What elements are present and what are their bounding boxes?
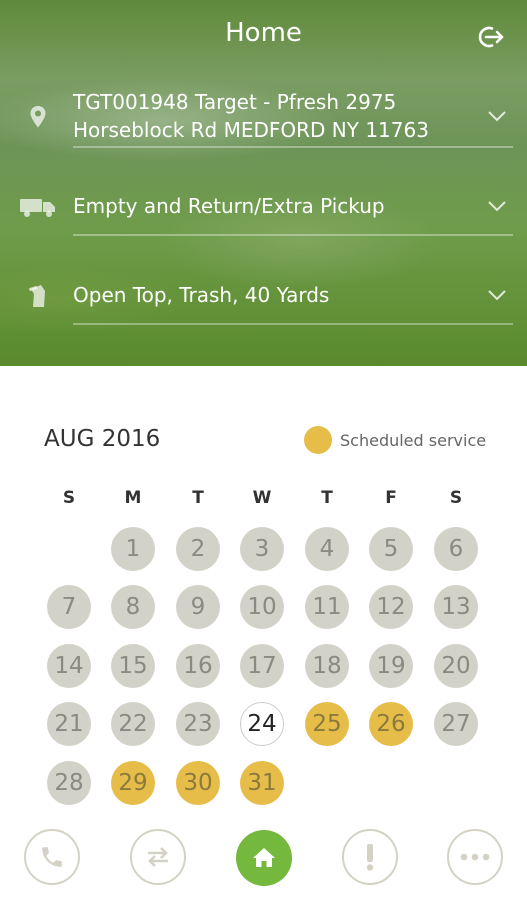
calendar-day[interactable]: 6 [434, 527, 478, 571]
container-selector[interactable]: Open Top, Trash, 40 Yards [0, 279, 527, 329]
calendar-day[interactable]: 17 [240, 644, 284, 688]
calendar-day-scheduled[interactable]: 29 [111, 761, 155, 805]
calendar-day[interactable]: 3 [240, 527, 284, 571]
calendar-day[interactable]: 5 [369, 527, 413, 571]
weekday-label: M [124, 488, 142, 508]
calendar-day[interactable]: 22 [111, 702, 155, 746]
logout-button[interactable] [473, 20, 507, 54]
nav-transfer-button[interactable] [130, 829, 186, 885]
calendar-day-scheduled[interactable]: 25 [305, 702, 349, 746]
calendar-day[interactable]: 27 [434, 702, 478, 746]
more-icon [460, 853, 490, 861]
home-icon [253, 848, 275, 867]
calendar-day[interactable]: 13 [434, 585, 478, 629]
calendar-day[interactable]: 1 [111, 527, 155, 571]
chevron-down-icon [485, 104, 509, 128]
calendar-month-label: AUG 2016 [44, 426, 161, 452]
scheduled-legend-label: Scheduled service [340, 430, 487, 450]
divider [73, 323, 513, 325]
calendar-day[interactable]: 9 [176, 585, 220, 629]
weekday-label: S [62, 488, 76, 508]
calendar-day[interactable]: 20 [434, 644, 478, 688]
site-name-line-1: TGT001948 Target - Pfresh 2975 [73, 90, 397, 114]
calendar-day[interactable]: 21 [47, 702, 91, 746]
dumpster-icon [18, 281, 58, 311]
calendar-day[interactable]: 16 [176, 644, 220, 688]
calendar-day-scheduled[interactable]: 30 [176, 761, 220, 805]
bottom-nav [0, 826, 527, 888]
weekday-label: S [449, 488, 463, 508]
calendar-day[interactable]: 28 [47, 761, 91, 805]
weekday-label: T [321, 488, 333, 508]
calendar-day[interactable]: 12 [369, 585, 413, 629]
phone-icon [42, 847, 62, 867]
alert-icon [366, 844, 374, 871]
weekday-label: F [385, 488, 397, 508]
calendar-day[interactable]: 14 [47, 644, 91, 688]
calendar-day[interactable]: 23 [176, 702, 220, 746]
chevron-down-icon [485, 194, 509, 218]
calendar-day[interactable]: 18 [305, 644, 349, 688]
calendar-day[interactable]: 19 [369, 644, 413, 688]
calendar-day[interactable]: 7 [47, 585, 91, 629]
divider [73, 234, 513, 236]
header-banner: Home TGT001948 Target - Pfresh 2975 Hors… [0, 0, 527, 366]
calendar-day[interactable]: 8 [111, 585, 155, 629]
nav-more-button[interactable] [447, 829, 503, 885]
calendar-legend: Scheduled service [304, 425, 486, 455]
weekday-label: W [252, 488, 272, 508]
divider [73, 146, 513, 148]
scheduled-legend-dot [304, 426, 332, 454]
calendar-day-scheduled[interactable]: 26 [369, 702, 413, 746]
calendar-day-scheduled[interactable]: 31 [240, 761, 284, 805]
swap-arrows-icon [148, 847, 168, 867]
nav-call-button[interactable] [24, 829, 80, 885]
container-label: Open Top, Trash, 40 Yards [73, 283, 330, 307]
calendar-day[interactable]: 2 [176, 527, 220, 571]
calendar-day[interactable]: 11 [305, 585, 349, 629]
location-pin-icon [18, 102, 58, 132]
service-type-label: Empty and Return/Extra Pickup [73, 194, 385, 218]
page-title: Home [225, 18, 302, 48]
service-type-selector[interactable]: Empty and Return/Extra Pickup [0, 190, 527, 240]
calendar-day-today[interactable]: 24 [240, 702, 284, 746]
weekday-label: T [192, 488, 204, 508]
calendar-day[interactable]: 15 [111, 644, 155, 688]
nav-home-button[interactable] [236, 830, 292, 886]
calendar-day[interactable]: 4 [305, 527, 349, 571]
logout-icon [478, 26, 504, 48]
site-selector[interactable]: TGT001948 Target - Pfresh 2975 Horsebloc… [0, 86, 527, 150]
calendar-day[interactable]: 10 [240, 585, 284, 629]
nav-alert-button[interactable] [342, 829, 398, 885]
truck-icon [18, 192, 58, 222]
site-name-line-2: Horseblock Rd MEDFORD NY 11763 [73, 118, 429, 142]
chevron-down-icon [485, 283, 509, 307]
